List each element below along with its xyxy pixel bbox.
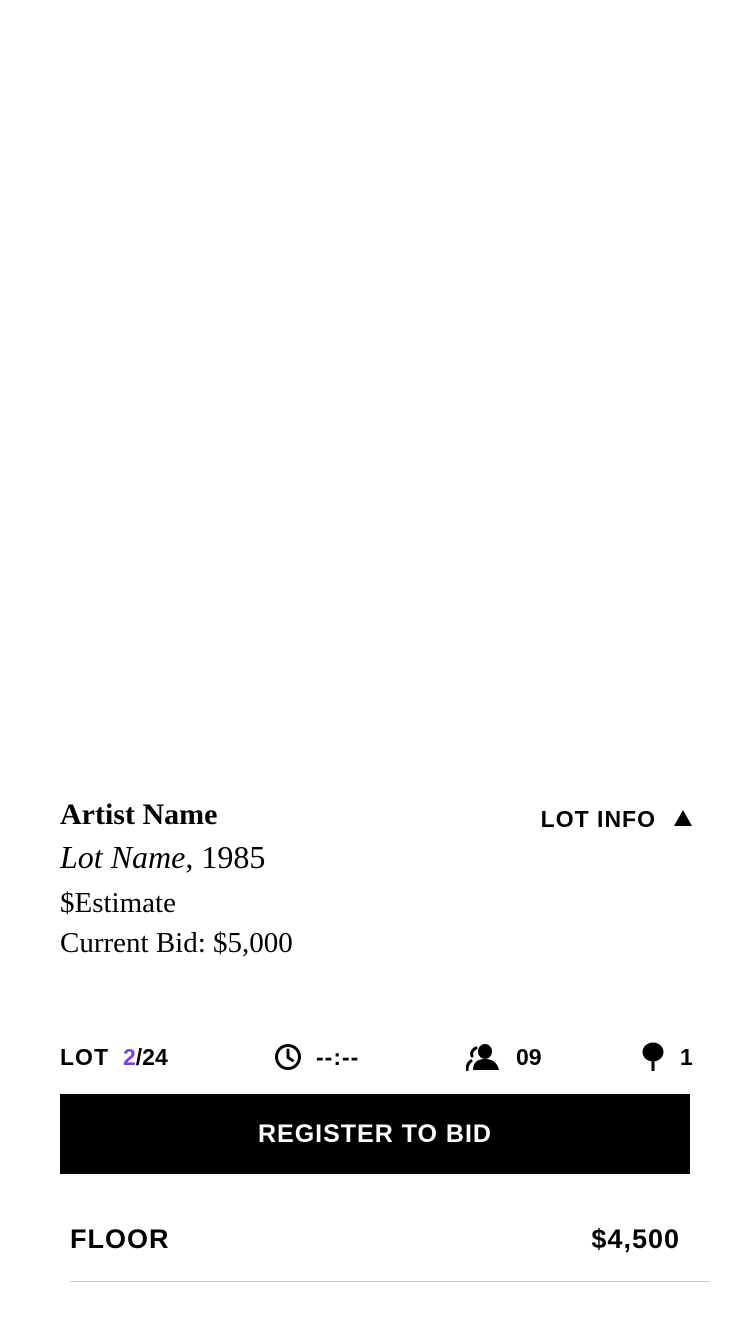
lot-name: Lot Name: [60, 839, 186, 875]
lot-counter-total: /24: [135, 1043, 168, 1070]
current-bid: Current Bid: $5,000: [60, 927, 293, 959]
bid-source: FLOOR: [70, 1223, 170, 1254]
triangle-up-icon: [674, 810, 692, 826]
artist-name: Artist Name: [60, 798, 218, 831]
clock-icon: [274, 1043, 302, 1071]
lot-counter-current: 2: [123, 1043, 136, 1070]
lot-info-label: LOT INFO: [540, 805, 656, 832]
bidder-count: 09: [466, 1040, 542, 1074]
lot-estimate: $Estimate: [60, 887, 176, 919]
timer-value: --:--: [316, 1043, 360, 1070]
bid-amount: $4,500: [591, 1223, 680, 1254]
bid-row-divider: [70, 1281, 710, 1282]
lot-counter-label: LOT: [60, 1043, 109, 1070]
paddles-count: 1: [680, 1043, 693, 1070]
lot-info-button[interactable]: LOT INFO: [541, 802, 692, 836]
paddle-count: 1: [640, 1040, 693, 1074]
lot-counter: LOT 2 /24: [60, 1040, 168, 1074]
lot-title: Lot Name, 1985: [60, 837, 265, 877]
paddle-icon: [640, 1042, 666, 1072]
bid-history-row: FLOOR $4,500: [70, 1214, 680, 1264]
lot-timer: --:--: [274, 1040, 359, 1074]
lot-year: , 1985: [185, 839, 266, 875]
register-to-bid-button[interactable]: REGISTER TO BID: [60, 1094, 690, 1174]
bidders-count: 09: [516, 1043, 542, 1070]
bidders-icon: [466, 1043, 502, 1071]
